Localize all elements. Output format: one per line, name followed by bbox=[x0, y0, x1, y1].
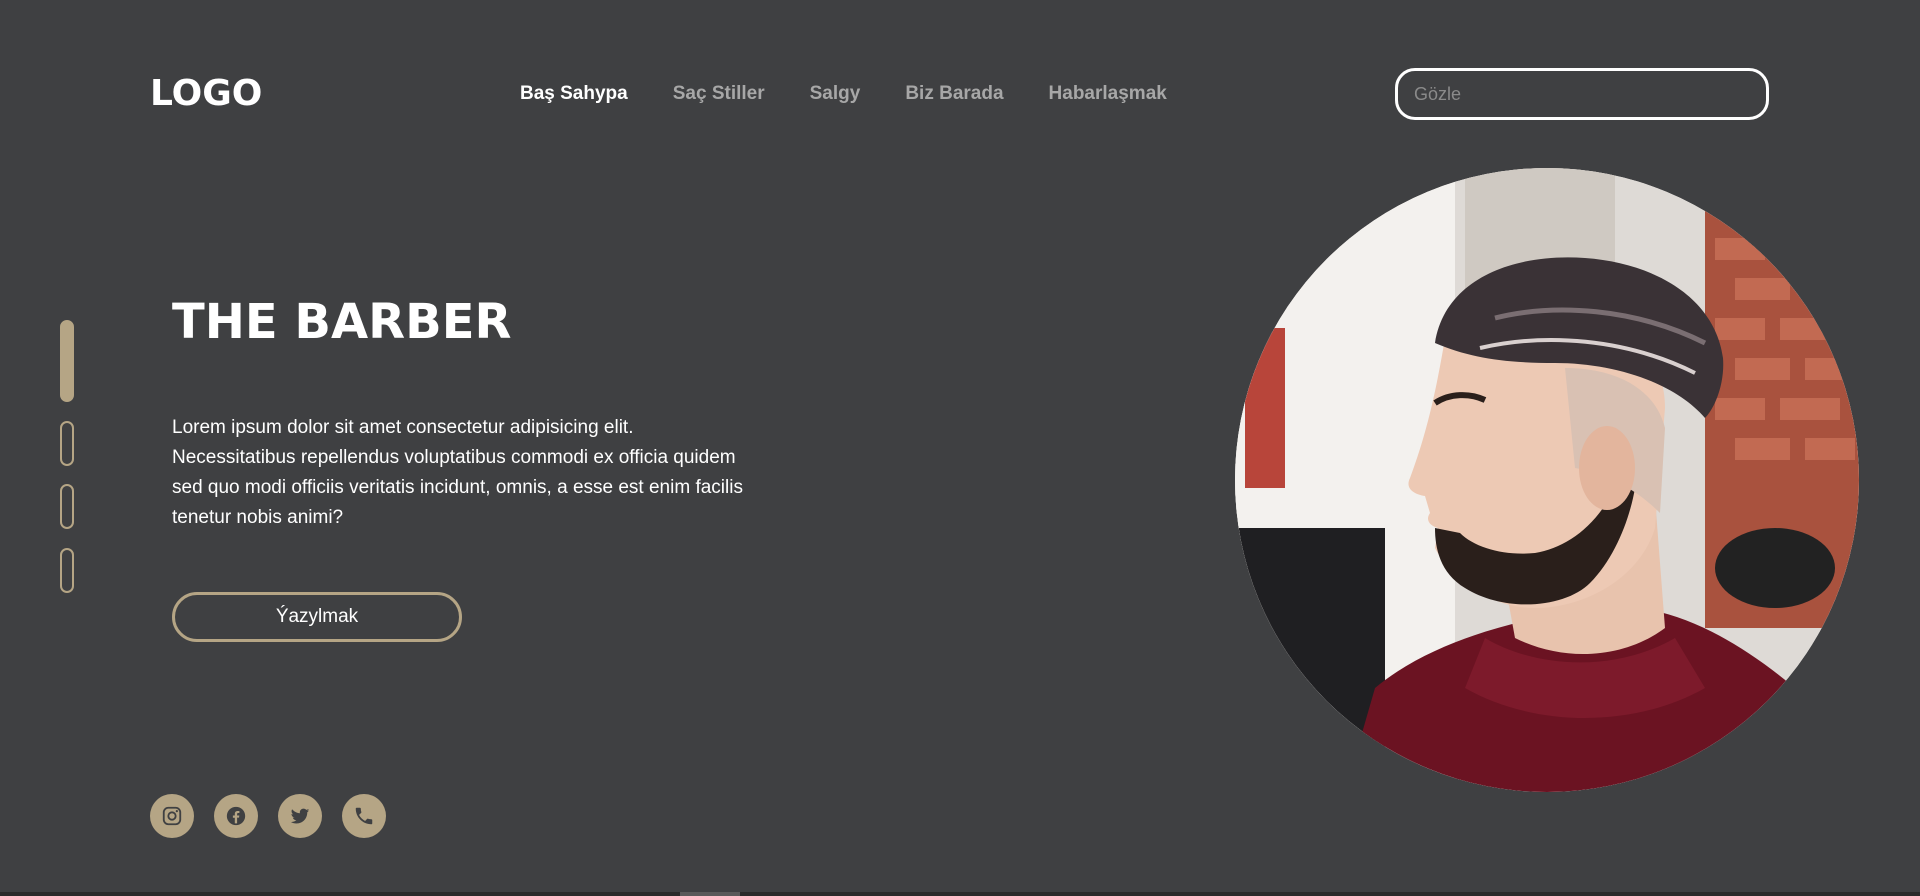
instagram-icon bbox=[162, 806, 182, 826]
twitter-icon bbox=[290, 808, 310, 824]
logo[interactable]: LOGO bbox=[150, 74, 262, 114]
nav-item-hair-styles[interactable]: Saç Stiller bbox=[673, 82, 765, 106]
slide-indicator-3[interactable] bbox=[60, 484, 74, 529]
search-input[interactable] bbox=[1395, 68, 1769, 120]
twitter-link[interactable] bbox=[278, 794, 322, 838]
slide-indicator-4[interactable] bbox=[60, 548, 74, 593]
scroll-indicator bbox=[680, 892, 740, 896]
facebook-link[interactable] bbox=[214, 794, 258, 838]
nav-item-contact[interactable]: Habarlaşmak bbox=[1049, 82, 1167, 106]
bottom-bar bbox=[0, 892, 1920, 896]
signup-button[interactable]: Ýazylmak bbox=[172, 592, 462, 642]
phone-icon bbox=[355, 807, 373, 825]
main-nav: Baş Sahypa Saç Stiller Salgy Biz Barada … bbox=[520, 82, 1212, 106]
hero-description: Lorem ipsum dolor sit amet consectetur a… bbox=[172, 417, 743, 528]
nav-item-home[interactable]: Baş Sahypa bbox=[520, 82, 628, 106]
slide-indicator-1[interactable] bbox=[60, 320, 74, 402]
social-links bbox=[150, 794, 386, 838]
portrait-illustration bbox=[1235, 168, 1859, 792]
nav-item-address[interactable]: Salgy bbox=[810, 82, 861, 106]
instagram-link[interactable] bbox=[150, 794, 194, 838]
phone-link[interactable] bbox=[342, 794, 386, 838]
landing-page: LOGO Baş Sahypa Saç Stiller Salgy Biz Ba… bbox=[0, 0, 1920, 896]
hero-title: THE BARBER bbox=[172, 294, 512, 350]
slide-indicator-2[interactable] bbox=[60, 421, 74, 466]
facebook-icon bbox=[226, 806, 246, 826]
barber-portrait-image bbox=[1235, 168, 1859, 792]
nav-item-about[interactable]: Biz Barada bbox=[905, 82, 1003, 106]
